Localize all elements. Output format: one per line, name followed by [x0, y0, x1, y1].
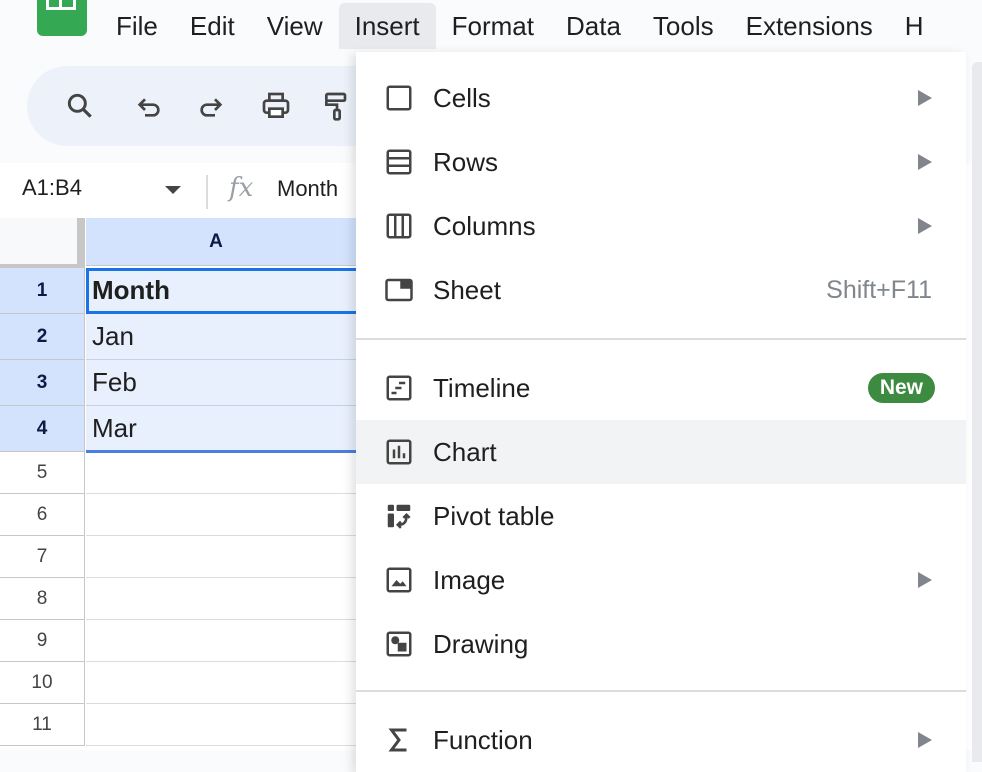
menu-item-label: Sheet	[433, 274, 501, 305]
menu-item-chart[interactable]: Chart	[356, 420, 966, 484]
menu-item-label: Pivot table	[433, 500, 555, 531]
column-header-a[interactable]: A	[86, 218, 386, 266]
image-icon	[383, 564, 415, 596]
row-header-4[interactable]: 4	[0, 406, 85, 452]
menu-format[interactable]: Format	[436, 3, 550, 49]
name-box[interactable]: A1:B4	[22, 175, 82, 201]
menu-item-drawing[interactable]: Drawing	[356, 612, 966, 676]
menu-insert[interactable]: Insert	[338, 3, 436, 49]
menu-item-label: Function	[433, 724, 533, 755]
print-icon[interactable]	[258, 88, 294, 124]
row-header-2[interactable]: 2	[0, 314, 85, 360]
menu-separator	[356, 338, 966, 340]
cell-a1[interactable]: Month	[86, 268, 386, 314]
rows-icon	[383, 146, 415, 178]
timeline-icon	[383, 372, 415, 404]
menu-help[interactable]: H	[889, 3, 940, 49]
formula-input[interactable]: Month	[277, 176, 338, 202]
insert-menu: Cells Rows Columns Sheet Shift+F11 Timel…	[356, 52, 966, 772]
row-header-3[interactable]: 3	[0, 360, 85, 406]
row-header-11[interactable]: 11	[0, 704, 85, 746]
formula-divider	[206, 175, 208, 209]
cells-icon	[383, 82, 415, 114]
active-cell-border	[86, 268, 89, 312]
menu-data[interactable]: Data	[550, 3, 637, 49]
menu-item-label: Image	[433, 564, 506, 595]
undo-icon[interactable]	[131, 88, 167, 124]
menubar: File Edit View Insert Format Data Tools …	[100, 0, 940, 52]
cell-a7[interactable]	[86, 536, 386, 578]
menu-item-label: Timeline	[433, 372, 531, 403]
menu-item-label: Drawing	[433, 628, 529, 659]
menu-item-label: Rows	[433, 146, 499, 177]
menu-item-pivot-table[interactable]: Pivot table	[356, 484, 966, 548]
cell-a6[interactable]	[86, 494, 386, 536]
new-badge: New	[867, 373, 935, 403]
cell-a5[interactable]	[86, 452, 386, 494]
menu-item-image[interactable]: Image	[356, 548, 966, 612]
cell-a10[interactable]	[86, 662, 386, 704]
row-header-9[interactable]: 9	[0, 620, 85, 662]
cell-a4[interactable]: Mar	[86, 406, 386, 452]
menu-view[interactable]: View	[251, 3, 339, 49]
cell-a11[interactable]	[86, 704, 386, 746]
menu-edit[interactable]: Edit	[174, 3, 251, 49]
menu-item-cells[interactable]: Cells	[356, 66, 966, 130]
sheet-icon	[383, 274, 415, 306]
cell-a3[interactable]: Feb	[86, 360, 386, 406]
sheets-logo-grid	[46, 0, 76, 10]
menu-item-timeline[interactable]: Timeline New	[356, 356, 966, 420]
select-all-corner[interactable]	[0, 218, 85, 268]
submenu-arrow-icon	[918, 154, 932, 170]
row-header-5[interactable]: 5	[0, 452, 85, 494]
menu-item-columns[interactable]: Columns	[356, 194, 966, 258]
row-header-7[interactable]: 7	[0, 536, 85, 578]
search-icon[interactable]	[62, 88, 98, 124]
chart-icon	[383, 436, 415, 468]
fx-icon: fx	[229, 173, 254, 203]
menu-item-rows[interactable]: Rows	[356, 130, 966, 194]
columns-icon	[383, 210, 415, 242]
cell-a9[interactable]	[86, 620, 386, 662]
shortcut-label: Shift+F11	[826, 275, 932, 304]
submenu-arrow-icon	[918, 90, 932, 106]
row-header-1[interactable]: 1	[0, 268, 85, 314]
menu-file[interactable]: File	[100, 3, 174, 49]
row-header-10[interactable]: 10	[0, 662, 85, 704]
active-cell-border	[86, 268, 386, 271]
menu-separator	[356, 690, 966, 692]
menu-item-sheet[interactable]: Sheet Shift+F11	[356, 258, 966, 322]
menu-item-label: Columns	[433, 210, 536, 241]
paint-format-icon[interactable]	[319, 88, 355, 124]
sheets-logo[interactable]	[37, 0, 87, 36]
row-header-6[interactable]: 6	[0, 494, 85, 536]
function-icon	[383, 724, 415, 756]
name-box-dropdown-icon[interactable]	[165, 186, 181, 194]
active-cell-border	[86, 311, 386, 314]
menu-item-label: Chart	[433, 436, 497, 467]
menu-extensions[interactable]: Extensions	[730, 3, 889, 49]
submenu-arrow-icon	[918, 732, 932, 748]
cell-a2[interactable]: Jan	[86, 314, 386, 360]
menu-tools[interactable]: Tools	[637, 3, 730, 49]
row-header-8[interactable]: 8	[0, 578, 85, 620]
redo-icon[interactable]	[193, 88, 229, 124]
menu-item-function[interactable]: Function	[356, 708, 966, 772]
drawing-icon	[383, 628, 415, 660]
menu-item-label: Cells	[433, 82, 491, 113]
submenu-arrow-icon	[918, 218, 932, 234]
pivot-table-icon	[383, 500, 415, 532]
submenu-arrow-icon	[918, 572, 932, 588]
selection-range-border	[86, 450, 386, 453]
cell-a8[interactable]	[86, 578, 386, 620]
menu-scrollbar[interactable]	[972, 62, 982, 762]
